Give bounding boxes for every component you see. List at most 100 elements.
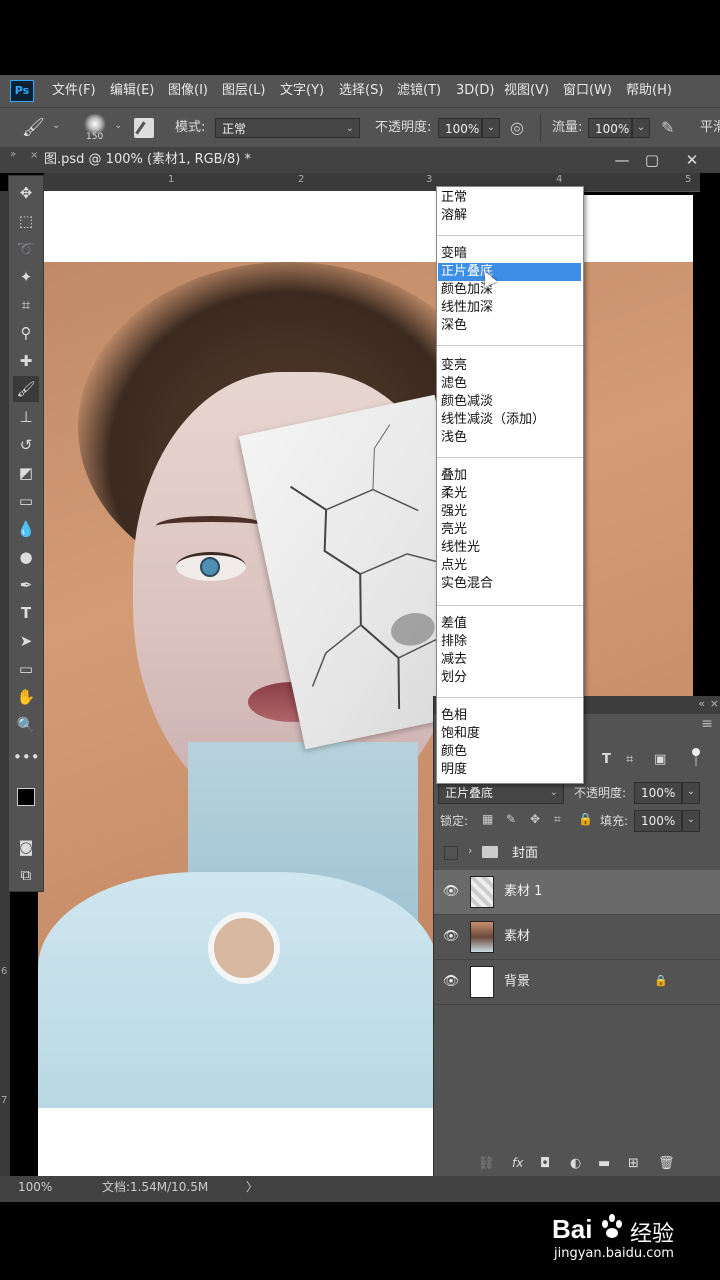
layer-row[interactable]: 👁 背景 🔒 (434, 960, 720, 1005)
chevron-down-icon[interactable]: ⌄ (114, 120, 122, 131)
mode-select[interactable]: 正常 ⌄ (215, 118, 360, 138)
chevron-right-icon[interactable]: › (468, 844, 472, 857)
quick-mask-icon[interactable]: ◙ (13, 834, 39, 860)
layer-row[interactable]: 👁 素材 (434, 915, 720, 960)
blend-option[interactable]: 线性减淡（添加） (441, 411, 545, 429)
lock-position-icon[interactable]: ✥ (530, 812, 540, 826)
trash-icon[interactable]: 🗑 (658, 1156, 675, 1171)
type-filter-icon[interactable]: T (602, 752, 611, 767)
shape-filter-icon[interactable]: ⌗ (626, 752, 633, 767)
blend-option[interactable]: 浅色 (441, 429, 467, 447)
blend-option[interactable]: 减去 (441, 651, 467, 669)
eye-icon[interactable]: 👁 (442, 883, 460, 901)
zoom-level[interactable]: 100% (18, 1176, 52, 1198)
blend-option[interactable]: 叠加 (441, 467, 467, 485)
minimize-icon[interactable]: — (608, 147, 636, 173)
history-brush-tool-icon[interactable]: ↺ (13, 432, 39, 458)
fill-input[interactable]: 100% (634, 810, 682, 832)
brush-tool-icon[interactable]: 🖌 (13, 376, 39, 402)
brush-preset-icon[interactable] (84, 114, 106, 134)
eraser-tool-icon[interactable]: ◩ (13, 460, 39, 486)
new-layer-icon[interactable]: ⊞ (628, 1156, 639, 1171)
status-arrow[interactable]: 〉 (246, 1176, 258, 1198)
blend-option[interactable]: 变亮 (441, 357, 467, 375)
layer-blend-mode-select[interactable]: 正片叠底 ⌄ (438, 782, 564, 804)
chevron-down-icon[interactable]: ⌄ (482, 118, 500, 138)
blend-option[interactable]: 差值 (441, 615, 467, 633)
collapse-icon[interactable]: » (10, 149, 16, 160)
dodge-tool-icon[interactable]: ● (13, 544, 39, 570)
brush-tool-icon[interactable]: 🖌 (22, 117, 46, 139)
blend-option[interactable]: 深色 (441, 317, 467, 335)
mask-icon[interactable]: ◘ (540, 1156, 550, 1171)
marquee-tool-icon[interactable]: ⬚ (13, 208, 39, 234)
menu-edit[interactable]: 编辑(E) (110, 75, 154, 107)
screen-mode-icon[interactable]: ⧉ (13, 862, 39, 888)
layer-opacity-input[interactable]: 100% (634, 782, 682, 804)
blend-option[interactable]: 饱和度 (441, 725, 480, 743)
folder-icon[interactable]: ▬ (598, 1156, 610, 1171)
layer-row-selected[interactable]: 👁 素材 1 (434, 870, 720, 915)
blend-option[interactable]: 排除 (441, 633, 467, 651)
gradient-tool-icon[interactable]: ▭ (13, 488, 39, 514)
pressure-opacity-icon[interactable]: ◎ (510, 118, 524, 137)
blend-option[interactable]: 线性光 (441, 539, 480, 557)
blend-option[interactable]: 正常 (441, 189, 467, 207)
magic-wand-tool-icon[interactable]: ✦ (13, 264, 39, 290)
blend-option[interactable]: 滤色 (441, 375, 467, 393)
blend-option[interactable]: 点光 (441, 557, 467, 575)
blend-option[interactable]: 颜色减淡 (441, 393, 493, 411)
blend-option[interactable]: 强光 (441, 503, 467, 521)
lasso-tool-icon[interactable]: ➰ (13, 236, 39, 262)
visibility-box[interactable] (444, 846, 458, 860)
menu-image[interactable]: 图像(I) (168, 75, 208, 107)
menu-file[interactable]: 文件(F) (52, 75, 96, 107)
brush-panel-icon[interactable] (134, 118, 154, 138)
healing-tool-icon[interactable]: ✚ (13, 348, 39, 374)
filter-toggle[interactable] (690, 748, 702, 768)
chevron-down-icon[interactable]: ⌄ (632, 118, 650, 138)
blend-option[interactable]: 明度 (441, 761, 467, 779)
menu-layer[interactable]: 图层(L) (222, 75, 265, 107)
lock-all-icon[interactable]: 🔒 (578, 812, 593, 826)
blend-option[interactable]: 线性加深 (441, 299, 493, 317)
menu-type[interactable]: 文字(Y) (280, 75, 324, 107)
menu-select[interactable]: 选择(S) (339, 75, 383, 107)
lock-transparent-icon[interactable]: ▦ (482, 812, 493, 826)
blur-tool-icon[interactable]: 💧 (13, 516, 39, 542)
flow-input[interactable]: 100% (588, 118, 632, 138)
eye-icon[interactable]: 👁 (442, 973, 460, 991)
blend-option[interactable]: 柔光 (441, 485, 467, 503)
fx-icon[interactable]: fx (512, 1156, 523, 1170)
path-select-tool-icon[interactable]: ➤ (13, 628, 39, 654)
menu-filter[interactable]: 滤镜(T) (397, 75, 441, 107)
pen-tool-icon[interactable]: ✒ (13, 572, 39, 598)
move-tool-icon[interactable]: ✥ (13, 180, 39, 206)
close-icon[interactable]: ✕ (678, 147, 706, 173)
chevron-down-icon[interactable]: ⌄ (682, 810, 700, 832)
blend-option[interactable]: 色相 (441, 707, 467, 725)
opacity-input[interactable]: 100% (438, 118, 482, 138)
lock-artboard-icon[interactable]: ⌗ (554, 812, 561, 827)
hand-tool-icon[interactable]: ✋ (13, 684, 39, 710)
zoom-tool-icon[interactable]: 🔍 (13, 712, 39, 738)
blend-option[interactable]: 划分 (441, 669, 467, 687)
blend-option[interactable]: 亮光 (441, 521, 467, 539)
more-tools-icon[interactable]: ••• (13, 744, 40, 770)
link-icon[interactable]: ⛓ (478, 1156, 495, 1171)
type-tool-icon[interactable]: T (13, 600, 39, 626)
lock-pixels-icon[interactable]: ✎ (506, 812, 516, 826)
smart-object-filter-icon[interactable]: ▣ (654, 752, 666, 767)
chevron-down-icon[interactable]: ⌄ (682, 782, 700, 804)
collapse-icon[interactable]: « (698, 697, 705, 710)
close-icon[interactable]: × (30, 150, 38, 161)
airbrush-icon[interactable]: ✎ (661, 118, 674, 137)
blend-option[interactable]: 颜色 (441, 743, 467, 761)
close-icon[interactable]: × (710, 697, 719, 710)
foreground-color-swatch[interactable] (17, 788, 35, 806)
menu-help[interactable]: 帮助(H) (626, 75, 672, 107)
blend-option[interactable]: 溶解 (441, 207, 467, 225)
menu-3d[interactable]: 3D(D) (456, 75, 494, 107)
maximize-icon[interactable]: ▢ (638, 147, 666, 173)
stamp-tool-icon[interactable]: ⊥ (13, 404, 39, 430)
